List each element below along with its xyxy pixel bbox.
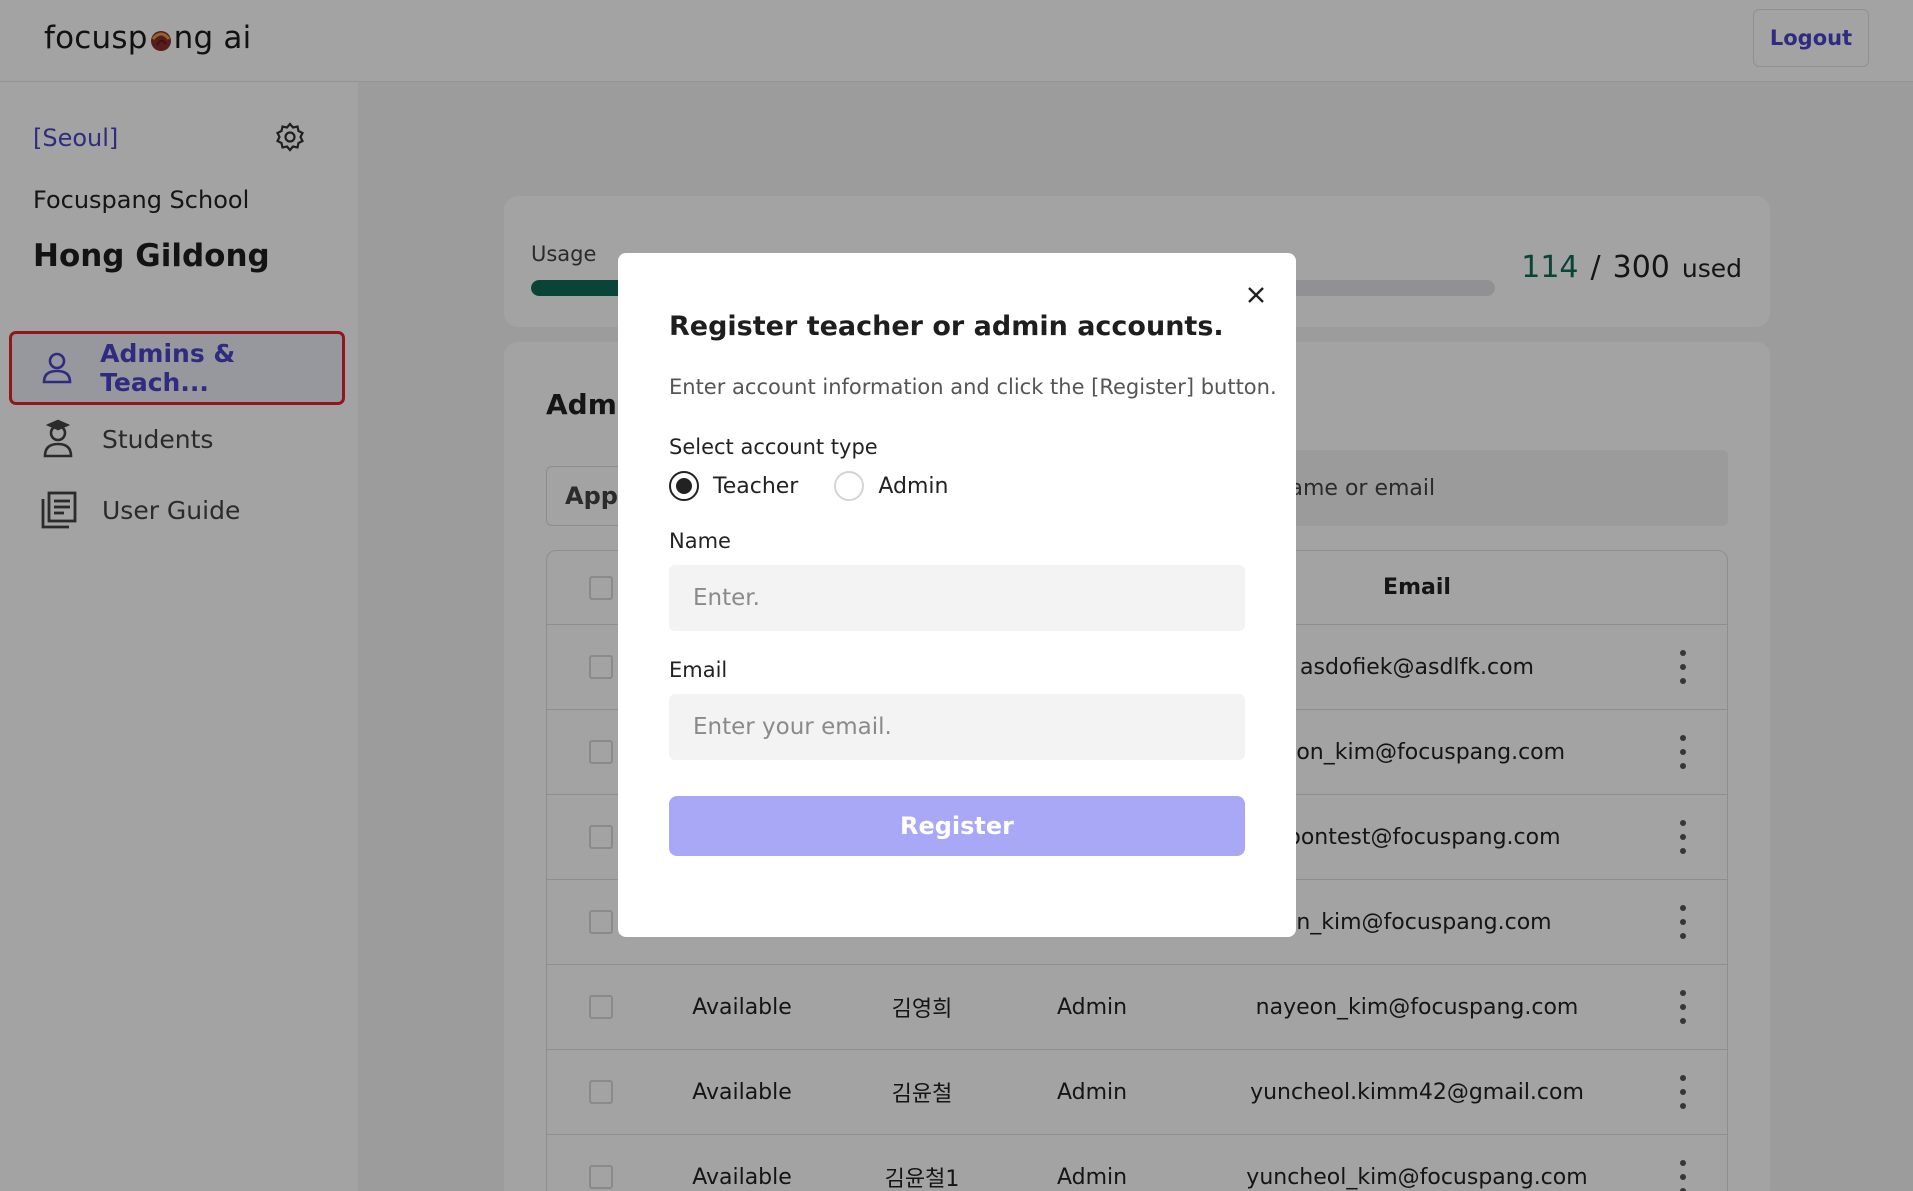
radio-teacher[interactable] <box>669 471 699 501</box>
close-icon[interactable] <box>1241 280 1271 310</box>
modal-description: Enter account information and click the … <box>669 375 1277 399</box>
radio-admin[interactable] <box>834 471 865 501</box>
account-type-radio-group: Teacher Admin <box>669 471 948 501</box>
register-button[interactable]: Register <box>669 796 1245 856</box>
modal-title: Register teacher or admin accounts. <box>669 311 1224 342</box>
radio-teacher-label[interactable]: Teacher <box>713 474 798 499</box>
name-field[interactable] <box>669 565 1245 631</box>
email-label: Email <box>669 658 728 682</box>
register-account-modal: Register teacher or admin accounts. Ente… <box>618 253 1296 937</box>
radio-admin-label[interactable]: Admin <box>878 474 948 499</box>
email-field[interactable] <box>669 694 1245 760</box>
name-label: Name <box>669 529 731 553</box>
account-type-label: Select account type <box>669 435 878 459</box>
